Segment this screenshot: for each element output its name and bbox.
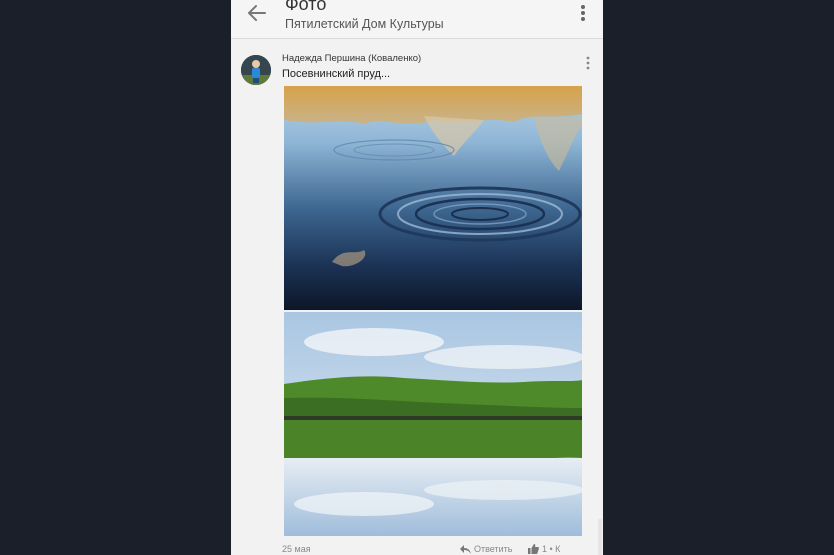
reply-label: Ответить — [474, 544, 513, 554]
post-date: 25 мая — [282, 544, 311, 554]
post-footer: 25 мая Ответить 1 • К — [282, 544, 592, 555]
back-button[interactable] — [245, 2, 269, 24]
avatar[interactable] — [241, 55, 271, 85]
like-button[interactable]: 1 • К — [528, 544, 560, 554]
more-vertical-icon — [581, 5, 585, 21]
thumbs-up-icon — [528, 544, 539, 554]
more-button[interactable] — [575, 3, 591, 23]
app-bar: Фото Пятилетский Дом Культуры — [231, 0, 603, 39]
post-text: Посевнинский пруд... — [282, 68, 391, 80]
reply-icon — [460, 545, 471, 554]
reply-button[interactable]: Ответить — [460, 544, 512, 554]
post-more-button[interactable] — [583, 55, 593, 71]
page-title: Фото — [285, 0, 327, 14]
avatar-image — [241, 55, 271, 85]
page-subtitle: Пятилетский Дом Культуры — [285, 17, 444, 31]
more-vertical-icon — [586, 56, 590, 70]
photo-pond-ripples[interactable] — [284, 86, 582, 310]
scroll-indicator — [598, 519, 602, 555]
arrow-left-icon — [248, 5, 266, 21]
photo-green-hill-reflection[interactable] — [284, 312, 582, 536]
post-author[interactable]: Надежда Першина (Коваленко) — [282, 53, 421, 64]
app-window: Фото Пятилетский Дом Культуры Надежда Пе… — [231, 0, 603, 555]
screen: Фото Пятилетский Дом Культуры Надежда Пе… — [0, 0, 834, 555]
post-card: Надежда Першина (Коваленко) Посевнинский… — [231, 39, 603, 555]
like-label: 1 • К — [542, 544, 561, 554]
